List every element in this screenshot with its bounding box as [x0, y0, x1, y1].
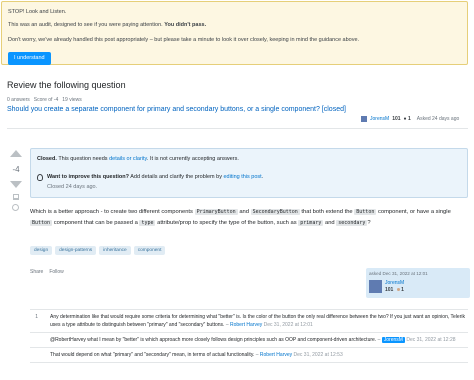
question-owner-mini: JorensM 101 ● 1 Asked 24 days ago — [361, 116, 459, 122]
bookmark-icon[interactable] — [13, 194, 19, 200]
downvote-arrow-icon[interactable] — [10, 181, 22, 188]
comment-text: @RobertHarvey what I mean by "better" is… — [50, 337, 377, 343]
edit-post-link[interactable]: editing this post — [223, 174, 261, 180]
comment-date: Dec 31, 2022 at 12:53 — [293, 352, 343, 358]
owner-reputation: 101 — [392, 116, 401, 122]
audit-result: This was an audit, designed to see if yo… — [8, 22, 207, 28]
closed-date: Closed 24 days ago. — [47, 184, 98, 190]
comment: 1 Any determination like that would requ… — [30, 310, 468, 333]
post-actions: Share Follow — [30, 269, 64, 275]
comment-list: 1 Any determination like that would requ… — [30, 309, 468, 363]
tag-design[interactable]: design — [30, 246, 53, 255]
avatar[interactable] — [369, 280, 382, 293]
divider — [7, 128, 468, 129]
tag-inheritance[interactable]: inheritance — [99, 246, 131, 255]
i-understand-button[interactable]: I understand — [8, 52, 51, 65]
owner-name-link[interactable]: JorensM — [385, 280, 404, 286]
share-link[interactable]: Share — [30, 269, 43, 275]
improve-prompt: Want to improve this question? Add detai… — [47, 174, 264, 180]
question-title-link[interactable]: Should you create a separate component f… — [7, 106, 346, 113]
details-clarity-link[interactable]: details or clarity — [109, 156, 147, 162]
tag-component[interactable]: component — [133, 246, 166, 255]
history-icon[interactable] — [12, 204, 19, 211]
vote-count: -4 — [12, 165, 20, 174]
avatar[interactable] — [361, 116, 367, 122]
asked-date: Asked 24 days ago — [416, 116, 460, 122]
upvote-arrow-icon[interactable] — [10, 150, 22, 157]
page-title: Review the following question — [7, 80, 126, 90]
comment-date: Dec 31, 2022 at 12:28 — [406, 337, 456, 343]
owner-reputation: 101 1 — [385, 287, 404, 293]
owner-name-link[interactable]: JorensM — [370, 116, 389, 122]
comment: That would depend on what "primary" and … — [30, 348, 468, 363]
comment-author-link[interactable]: Robert Harvey — [230, 322, 262, 328]
tag-list: design design-patterns inheritance compo… — [30, 246, 166, 255]
comment-text: That would depend on what "primary" and … — [50, 352, 255, 358]
audit-notice: STOP! Look and Listen. This was an audit… — [1, 1, 468, 65]
owner-badge: ● 1 — [403, 116, 411, 122]
comment-author-link[interactable]: Robert Harvey — [260, 352, 292, 358]
question-body: Which is a better approach - to create t… — [30, 209, 451, 226]
closed-notice: Closed. This question needs details or c… — [30, 148, 468, 198]
audit-heading: STOP! Look and Listen. — [8, 9, 67, 15]
audit-guidance: Don't worry, we've already handled this … — [8, 37, 360, 43]
closed-reason: Closed. This question needs details or c… — [37, 156, 239, 162]
asked-timestamp: asked Dec 31, 2022 at 12:01 — [369, 271, 428, 276]
follow-link[interactable]: Follow — [49, 269, 63, 275]
comment-date: Dec 31, 2022 at 12:01 — [263, 322, 313, 328]
owner-card: asked Dec 31, 2022 at 12:01 JorensM 101 … — [366, 268, 470, 298]
lightbulb-icon — [37, 174, 43, 181]
tag-design-patterns[interactable]: design-patterns — [55, 246, 97, 255]
question-stats: 0 answers Score of -4 19 views — [7, 97, 82, 103]
comment-author-link[interactable]: JorensM — [381, 337, 405, 343]
bronze-badge-icon — [396, 288, 400, 291]
comment: @RobertHarvey what I mean by "better" is… — [30, 333, 468, 348]
comment-score: 1 — [35, 314, 38, 320]
